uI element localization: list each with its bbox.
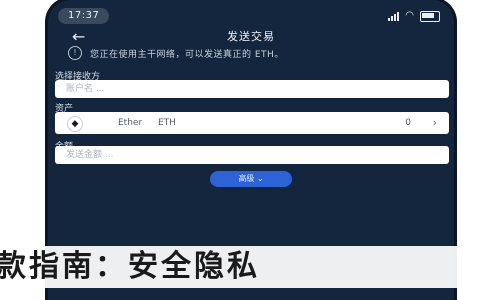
info-icon: !: [68, 46, 82, 60]
asset-symbol: ETH: [158, 118, 176, 128]
asset-name: Ether: [118, 118, 143, 128]
asset-balance: 0: [405, 118, 411, 128]
amount-input[interactable]: 发送金额 ...: [55, 146, 449, 164]
notice-text: 您正在使用主干网络，可以发送真正的 ETH。: [90, 49, 284, 60]
system-icons: ◠: [388, 10, 440, 22]
network-notice: ! 您正在使用主干网络，可以发送真正的 ETH。: [68, 44, 448, 62]
wifi-icon: ◠: [405, 10, 414, 21]
chevron-right-icon: ›: [432, 116, 437, 129]
ethereum-icon: ◆: [67, 116, 83, 132]
advanced-options-button[interactable]: 高级 ⌄: [210, 171, 292, 187]
status-time: 17:37: [58, 8, 110, 24]
status-bar: 17:37 ◠: [48, 6, 454, 26]
overlay-banner: 款指南：安全隐私: [0, 246, 500, 288]
signal-icon: [388, 11, 400, 21]
battery-icon: [420, 10, 440, 22]
asset-select[interactable]: ◆ Ether ETH 0 ›: [55, 112, 449, 134]
recipient-input[interactable]: 账户名 ...: [55, 80, 449, 98]
banner-text: 款指南：安全隐私: [0, 249, 260, 284]
